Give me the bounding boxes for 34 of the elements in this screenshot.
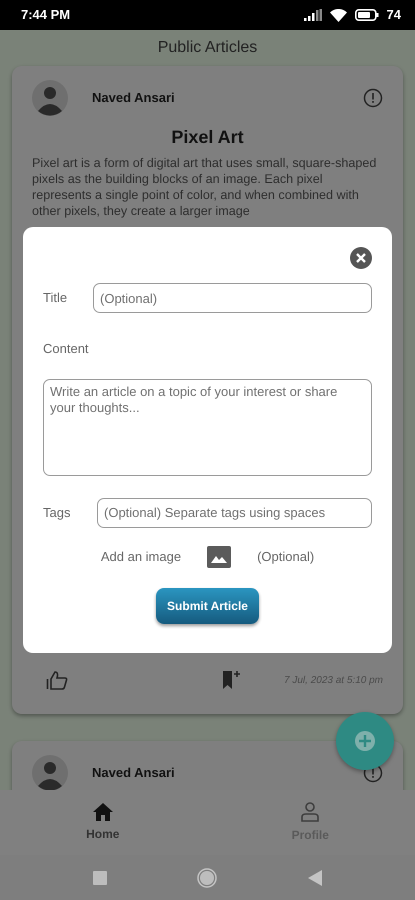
author-name: Naved Ansari: [92, 764, 176, 782]
app-title: Public Articles: [158, 38, 258, 58]
home-icon: [92, 802, 113, 820]
article-title: Pixel Art: [170, 126, 245, 149]
text-area[interactable]: Write an article on a topic of your interest or share your thoughts...: [43, 378, 372, 476]
battery-level: 74: [386, 6, 401, 24]
avatar: [32, 755, 68, 791]
person-icon: [301, 802, 320, 822]
wifi-icon: [330, 8, 347, 22]
avatar: [32, 80, 68, 116]
status-time: 7:44 PM: [21, 6, 70, 24]
recents-icon[interactable]: [93, 870, 108, 884]
thumbs-up-icon[interactable]: [46, 670, 68, 690]
input-field[interactable]: (Optional): [93, 283, 372, 313]
back-icon[interactable]: [308, 870, 322, 886]
submit-button[interactable]: Submit Article: [156, 588, 259, 624]
image-label: Add an image: [100, 548, 182, 566]
field-label: Tags: [43, 504, 72, 522]
field-label: Content: [43, 340, 90, 358]
image-icon[interactable]: [207, 546, 232, 568]
image-hint: (Optional): [257, 548, 314, 566]
bookmark-add-icon[interactable]: [222, 670, 240, 690]
home-button-icon[interactable]: [197, 868, 218, 888]
author-name: Naved Ansari: [92, 89, 176, 108]
input-field[interactable]: (Optional) Separate tags using spaces: [97, 498, 372, 528]
article-text: Pixel art is a form of digital art that uses small, square-shaped pixels as the building blocks of an image. Each pixel represents a single point of color, and when combined with other pixels, they create a larger image: [32, 155, 378, 219]
info-icon[interactable]: [363, 88, 383, 108]
close-icon: [350, 247, 372, 269]
field-label: Title: [43, 289, 68, 308]
battery-icon: [354, 9, 379, 21]
plus-icon: [354, 730, 376, 752]
signal-icon: [304, 9, 322, 21]
close-button[interactable]: [350, 247, 372, 269]
nav-tab[interactable]: Home: [0, 790, 206, 855]
